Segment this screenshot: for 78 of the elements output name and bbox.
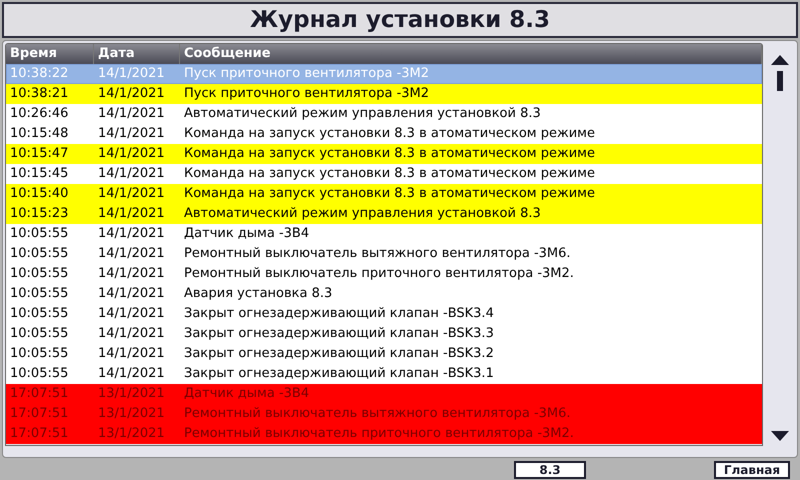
table-cell-text: 10:15:23 (9, 205, 70, 223)
table-cell-text: 14/1/2021 (97, 365, 166, 383)
log-row[interactable]: 10:05:55 14/1/2021 Закрыт огнезадерживающий клапан -BSK3.2 (6, 344, 762, 364)
table-cell-text: Ремонтный выключатель приточного вентилятора -3М2. (183, 425, 575, 443)
table-cell-text: 14/1/2021 (97, 165, 166, 183)
table-cell-text: Датчик дыма -3B4 (183, 225, 310, 243)
table-cell-text: 10:05:55 (9, 245, 70, 263)
log-row[interactable]: 10:05:55 14/1/2021 Ремонтный выключатель вытяжного вентилятора -3М6. (6, 244, 762, 264)
table-cell-text: 14/1/2021 (97, 325, 166, 343)
log-row[interactable]: 10:05:55 14/1/2021 Ремонтный выключатель приточного вентилятора -3М2. (6, 264, 762, 284)
table-cell-text: 10:05:55 (9, 225, 70, 243)
log-row[interactable]: 10:05:55 14/1/2021 Датчик дыма -3B4 (6, 224, 762, 244)
table-cell-text: 14/1/2021 (97, 265, 166, 283)
table-cell-text: Команда на запуск установки 8.3 в атоматическом режиме (183, 145, 596, 163)
table-cell-text: Пуск приточного вентилятора -3М2 (183, 65, 430, 83)
table-cell-text: 13/1/2021 (97, 405, 166, 423)
table-cell-text: Команда на запуск установки 8.3 в атоматическом режиме (183, 165, 596, 183)
table-cell-text: 10:15:40 (9, 185, 70, 203)
table-cell-text: 14/1/2021 (97, 85, 166, 103)
log-row[interactable]: 10:15:40 14/1/2021 Команда на запуск установки 8.3 в атоматическом режиме (6, 184, 762, 204)
table-cell-text: 10:38:21 (9, 85, 70, 103)
table-cell-text: Команда на запуск установки 8.3 в атоматическом режиме (183, 185, 596, 203)
table-cell-text: 13/1/2021 (97, 425, 166, 443)
log-row[interactable]: 10:15:48 14/1/2021 Команда на запуск установки 8.3 в атоматическом режиме (6, 124, 762, 144)
table-cell-text: 14/1/2021 (97, 305, 166, 323)
log-row[interactable]: 10:15:45 14/1/2021 Команда на запуск установки 8.3 в атоматическом режиме (6, 164, 762, 184)
table-cell-text: 14/1/2021 (97, 225, 166, 243)
table-cell-text: 10:05:55 (9, 265, 70, 283)
table-cell-text: 17:07:51 (9, 405, 70, 423)
table-cell-text: Автоматический режим управления установкой 8.3 (183, 205, 542, 223)
table-cell-text: 10:26:46 (9, 105, 70, 123)
table-cell-text: 14/1/2021 (97, 185, 166, 203)
table-cell-text: Авария установка 8.3 (183, 285, 334, 303)
scroll-thumb[interactable] (777, 71, 783, 91)
table-cell-text: 10:05:55 (9, 345, 70, 363)
table-cell-text: 14/1/2021 (97, 245, 166, 263)
log-row[interactable]: 10:15:23 14/1/2021 Автоматический режим управления установкой 8.3 (6, 204, 762, 224)
table-cell-text: Датчик дыма -3B4 (183, 385, 310, 403)
table-cell-text: Ремонтный выключатель вытяжного вентилятора -3М6. (183, 405, 572, 423)
table-cell-text: 14/1/2021 (97, 145, 166, 163)
table-cell-text: 10:15:45 (9, 165, 70, 183)
scroll-up-icon[interactable] (771, 55, 789, 65)
log-row[interactable]: 10:05:55 14/1/2021 Закрыт огнезадерживающий клапан -BSK3.3 (6, 324, 762, 344)
log-row[interactable]: 10:26:46 14/1/2021 Автоматический режим управления установкой 8.3 (6, 104, 762, 124)
table-cell-text: 10:15:48 (9, 125, 70, 143)
table-cell-text: Закрыт огнезадерживающий клапан -BSK3.1 (183, 365, 495, 383)
table-cell-text: Пуск приточного вентилятора -3М2 (183, 85, 430, 103)
table-cell-text: 10:05:55 (9, 305, 70, 323)
table-cell-text: Команда на запуск установки 8.3 в атоматическом режиме (183, 125, 596, 143)
table-cell-text: 14/1/2021 (97, 345, 166, 363)
table-cell-text: Закрыт огнезадерживающий клапан -BSK3.2 (183, 345, 495, 363)
table-cell-text: 13/1/2021 (97, 385, 166, 403)
table-cell-text: Ремонтный выключатель приточного вентилятора -3М2. (183, 265, 575, 283)
table-cell-text: 14/1/2021 (97, 105, 166, 123)
table-cell-text: 14/1/2021 (97, 285, 166, 303)
table-cell-text: 17:07:51 (9, 425, 70, 443)
log-row[interactable]: 10:15:47 14/1/2021 Команда на запуск установки 8.3 в атоматическом режиме (6, 144, 762, 164)
log-row[interactable]: 10:05:55 14/1/2021 Закрыт огнезадерживающий клапан -BSK3.1 (6, 364, 762, 384)
log-row[interactable]: 10:05:55 14/1/2021 Авария установка 8.3 (6, 284, 762, 304)
table-cell-text: 10:05:55 (9, 285, 70, 303)
log-row[interactable]: 10:05:55 14/1/2021 Закрыт огнезадерживающий клапан -BSK3.4 (6, 304, 762, 324)
table-cell-text: Закрыт огнезадерживающий клапан -BSK3.3 (183, 325, 495, 343)
nav-button[interactable]: 8.3 (514, 461, 586, 479)
table-cell-text: 17:07:51 (9, 385, 70, 403)
scroll-down-icon[interactable] (771, 431, 789, 441)
table-cell-text: 10:05:55 (9, 325, 70, 343)
table-cell-text: 10:05:55 (9, 365, 70, 383)
log-row[interactable]: 10:38:21 14/1/2021 Пуск приточного вентилятора -3М2 (6, 84, 762, 104)
table-cell-text: 14/1/2021 (97, 65, 166, 83)
table-cell-text: Ремонтный выключатель вытяжного вентилятора -3М6. (183, 245, 572, 263)
table-cell-text: 10:15:47 (9, 145, 70, 163)
nav-button[interactable]: Главная (714, 461, 790, 479)
table-cell-text: 10:38:22 (9, 65, 70, 83)
table-cell-text: 14/1/2021 (97, 125, 166, 143)
table-cell-text: Закрыт огнезадерживающий клапан -BSK3.4 (183, 305, 495, 323)
table-cell-text: 14/1/2021 (97, 205, 166, 223)
window-title: Журнал установки 8.3 (250, 7, 550, 33)
table-cell-text: Автоматический режим управления установкой 8.3 (183, 105, 542, 123)
